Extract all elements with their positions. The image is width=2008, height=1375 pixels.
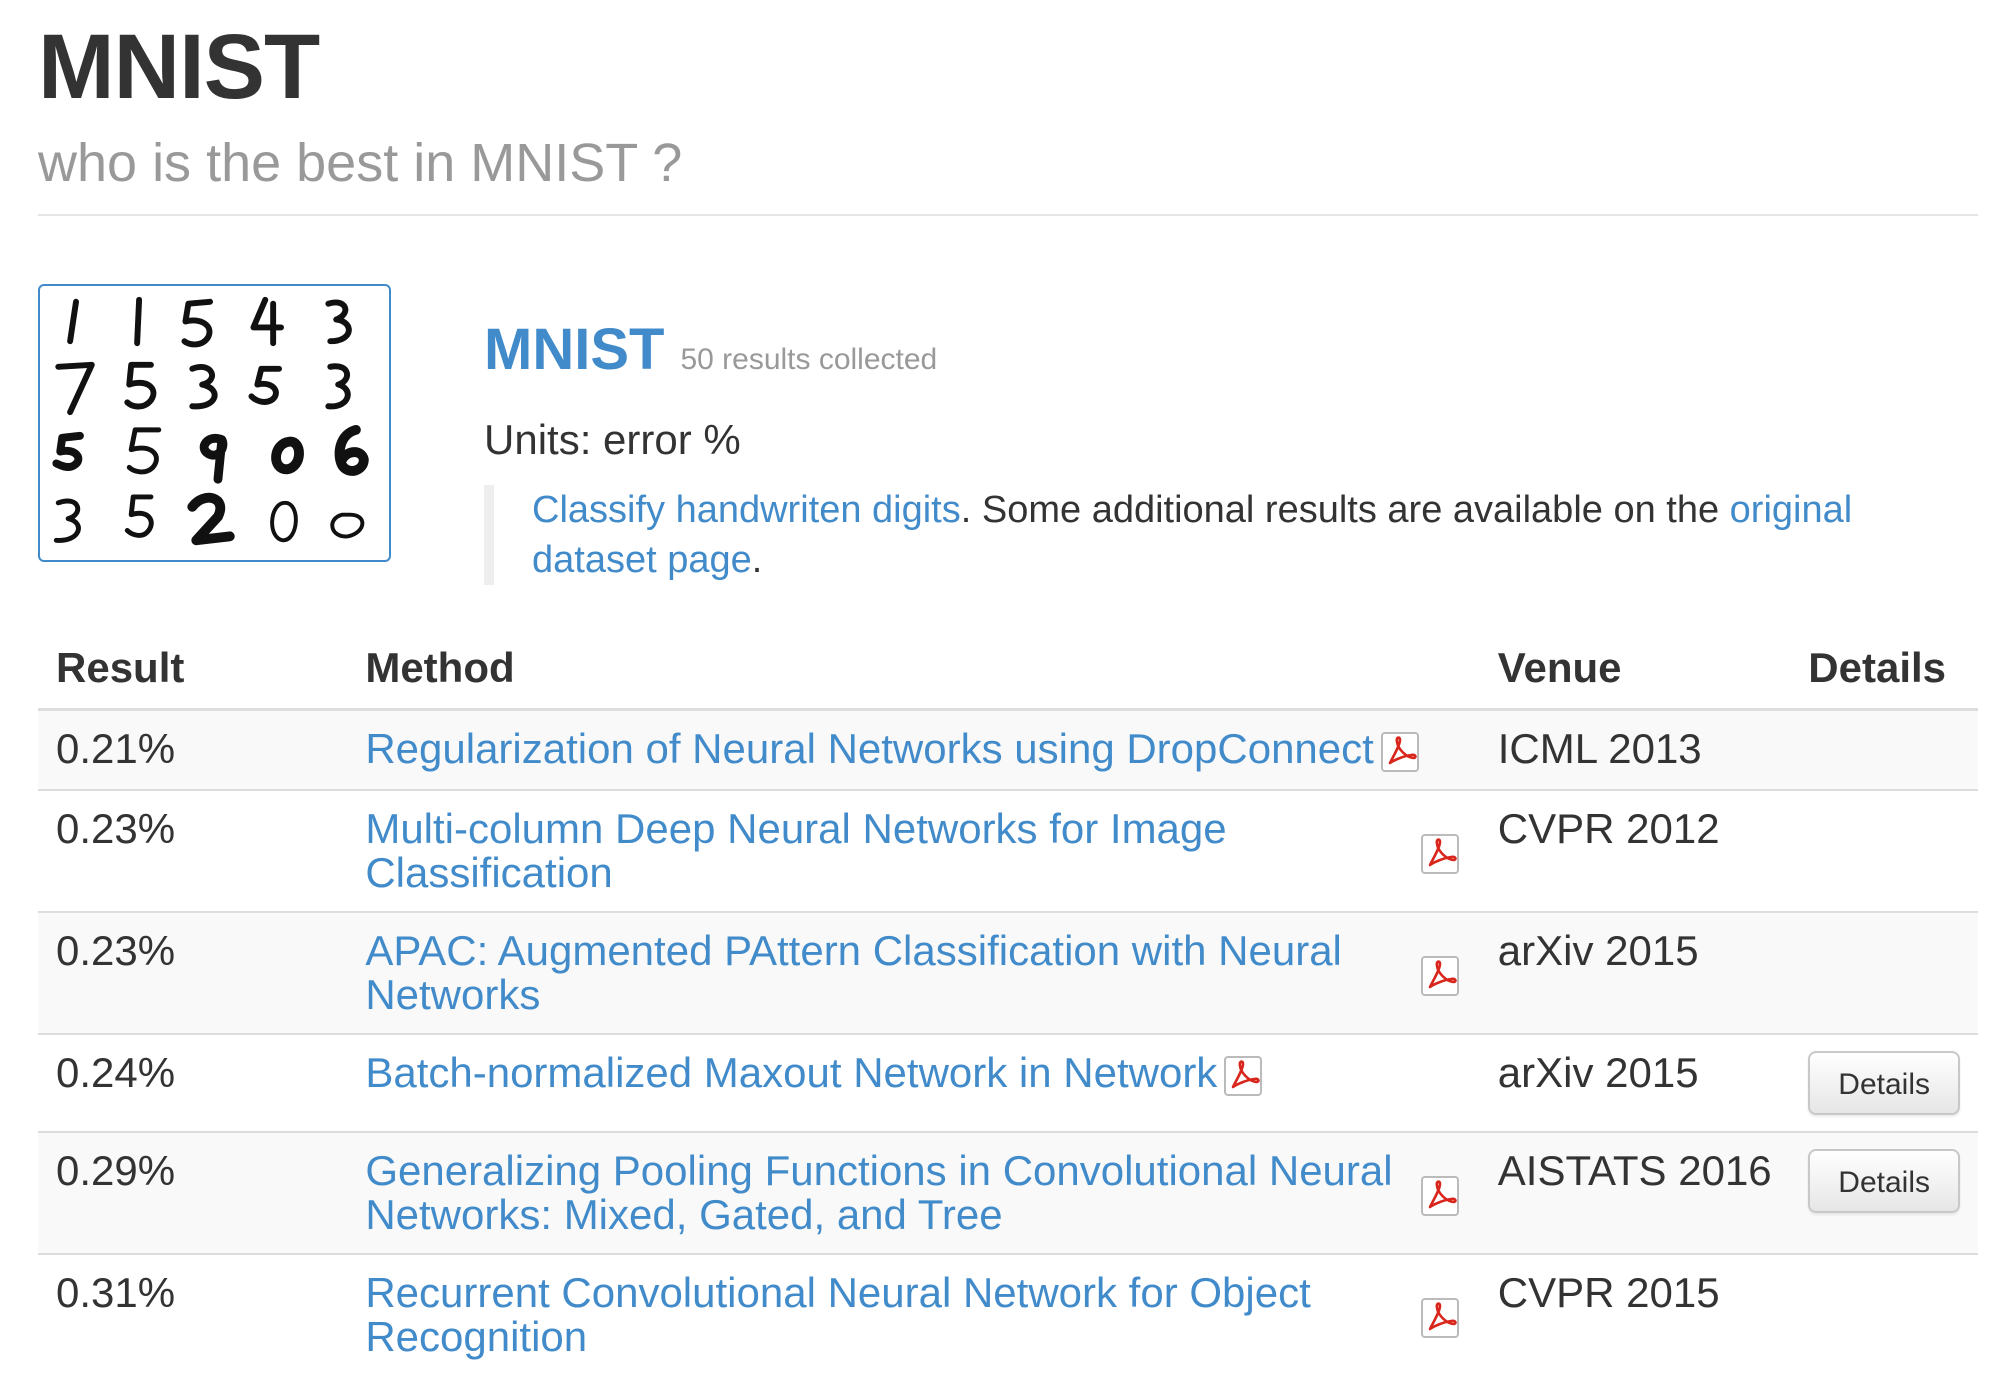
dataset-name-link[interactable]: MNIST	[484, 316, 664, 383]
description-text: . Some additional results are available …	[960, 489, 1730, 531]
method-link[interactable]: Recurrent Convolutional Neural Network f…	[365, 1271, 1413, 1359]
method-cell-content: Multi-column Deep Neural Networks for Im…	[365, 807, 1461, 895]
table-row: 0.24% Batch-normalized Maxout Network in …	[38, 1033, 1978, 1132]
table-row: 0.23% APAC: Augmented PAttern Classificat…	[38, 911, 1978, 1034]
venue-value: AISTATS 2016	[1479, 1131, 1791, 1254]
details-cell	[1790, 1253, 1978, 1375]
pdf-icon[interactable]	[1420, 833, 1462, 875]
table-row: 0.21% Regularization of Neural Networks u…	[38, 708, 1978, 790]
method-cell-content: Generalizing Pooling Functions in Convol…	[365, 1149, 1461, 1237]
header-method[interactable]: Method	[347, 628, 1480, 711]
table-row: 0.23% Multi-column Deep Neural Networks f…	[38, 789, 1978, 912]
venue-value: CVPR 2012	[1479, 789, 1791, 912]
header-venue[interactable]: Venue	[1479, 628, 1791, 711]
method-cell: Regularization of Neural Networks using …	[347, 708, 1480, 790]
result-value: 0.23%	[38, 911, 348, 1034]
method-cell: Multi-column Deep Neural Networks for Im…	[347, 789, 1480, 912]
pdf-icon[interactable]	[1420, 955, 1462, 997]
pdf-icon[interactable]	[1420, 1175, 1462, 1217]
method-link[interactable]: Batch-normalized Maxout Network in Netwo…	[365, 1051, 1217, 1095]
dataset-description: Classify handwriten digits. Some additio…	[484, 485, 1944, 585]
method-cell: APAC: Augmented PAttern Classification w…	[347, 911, 1480, 1034]
page-subtitle: who is the best in MNIST ?	[38, 133, 683, 193]
pdf-icon[interactable]	[1420, 1297, 1462, 1339]
result-value: 0.29%	[38, 1131, 348, 1254]
method-cell-content: Recurrent Convolutional Neural Network f…	[365, 1271, 1461, 1359]
task-description-link[interactable]: Classify handwriten digits	[532, 489, 961, 531]
venue-value: CVPR 2015	[1479, 1253, 1791, 1375]
pdf-icon[interactable]	[1223, 1055, 1265, 1097]
method-cell: Batch-normalized Maxout Network in Netwo…	[347, 1033, 1480, 1132]
details-cell: Details	[1790, 1131, 1978, 1254]
method-link[interactable]: Multi-column Deep Neural Networks for Im…	[365, 807, 1413, 895]
result-value: 0.23%	[38, 789, 348, 912]
details-button[interactable]: Details	[1808, 1051, 1960, 1115]
venue-value: arXiv 2015	[1479, 1033, 1791, 1132]
method-link[interactable]: APAC: Augmented PAttern Classification w…	[365, 929, 1413, 1017]
header-result[interactable]: Result	[38, 628, 348, 711]
details-cell	[1790, 708, 1978, 790]
mnist-digits-image	[52, 296, 369, 546]
results-table: Result Method Venue Details 0.21% Regular…	[38, 628, 1978, 1375]
results-count: 50 results collected	[680, 343, 938, 376]
table-row: 0.29% Generalizing Pooling Functions in C…	[38, 1131, 1978, 1254]
method-cell-content: APAC: Augmented PAttern Classification w…	[365, 929, 1461, 1017]
method-cell: Recurrent Convolutional Neural Network f…	[347, 1253, 1480, 1375]
header-details[interactable]: Details	[1790, 628, 1978, 711]
page: MNIST who is the best in MNIST ? MNIST 5…	[0, 0, 2008, 1375]
venue-value: arXiv 2015	[1479, 911, 1791, 1034]
description-end: .	[751, 539, 763, 581]
method-cell: Generalizing Pooling Functions in Convol…	[347, 1131, 1480, 1254]
table-row: 0.31% Recurrent Convolutional Neural Netw…	[38, 1253, 1978, 1375]
dataset-header: MNIST 50 results collected	[484, 316, 937, 386]
result-value: 0.24%	[38, 1033, 348, 1132]
venue-value: ICML 2013	[1479, 708, 1791, 790]
units-label: Units: error %	[484, 416, 741, 463]
details-button[interactable]: Details	[1808, 1149, 1960, 1213]
details-cell: Details	[1790, 1033, 1978, 1132]
method-cell-content: Regularization of Neural Networks using …	[365, 727, 1461, 773]
method-link[interactable]: Generalizing Pooling Functions in Convol…	[365, 1149, 1413, 1237]
result-value: 0.21%	[38, 708, 348, 790]
method-link[interactable]: Regularization of Neural Networks using …	[365, 727, 1374, 771]
details-cell	[1790, 911, 1978, 1034]
dataset-thumbnail[interactable]	[38, 284, 391, 562]
page-title: MNIST	[38, 16, 320, 118]
pdf-icon[interactable]	[1380, 731, 1422, 773]
table-header-row: Result Method Venue Details	[38, 628, 1978, 711]
details-cell	[1790, 789, 1978, 912]
method-cell-content: Batch-normalized Maxout Network in Netwo…	[365, 1051, 1461, 1097]
result-value: 0.31%	[38, 1253, 348, 1375]
header-divider	[38, 214, 1978, 216]
